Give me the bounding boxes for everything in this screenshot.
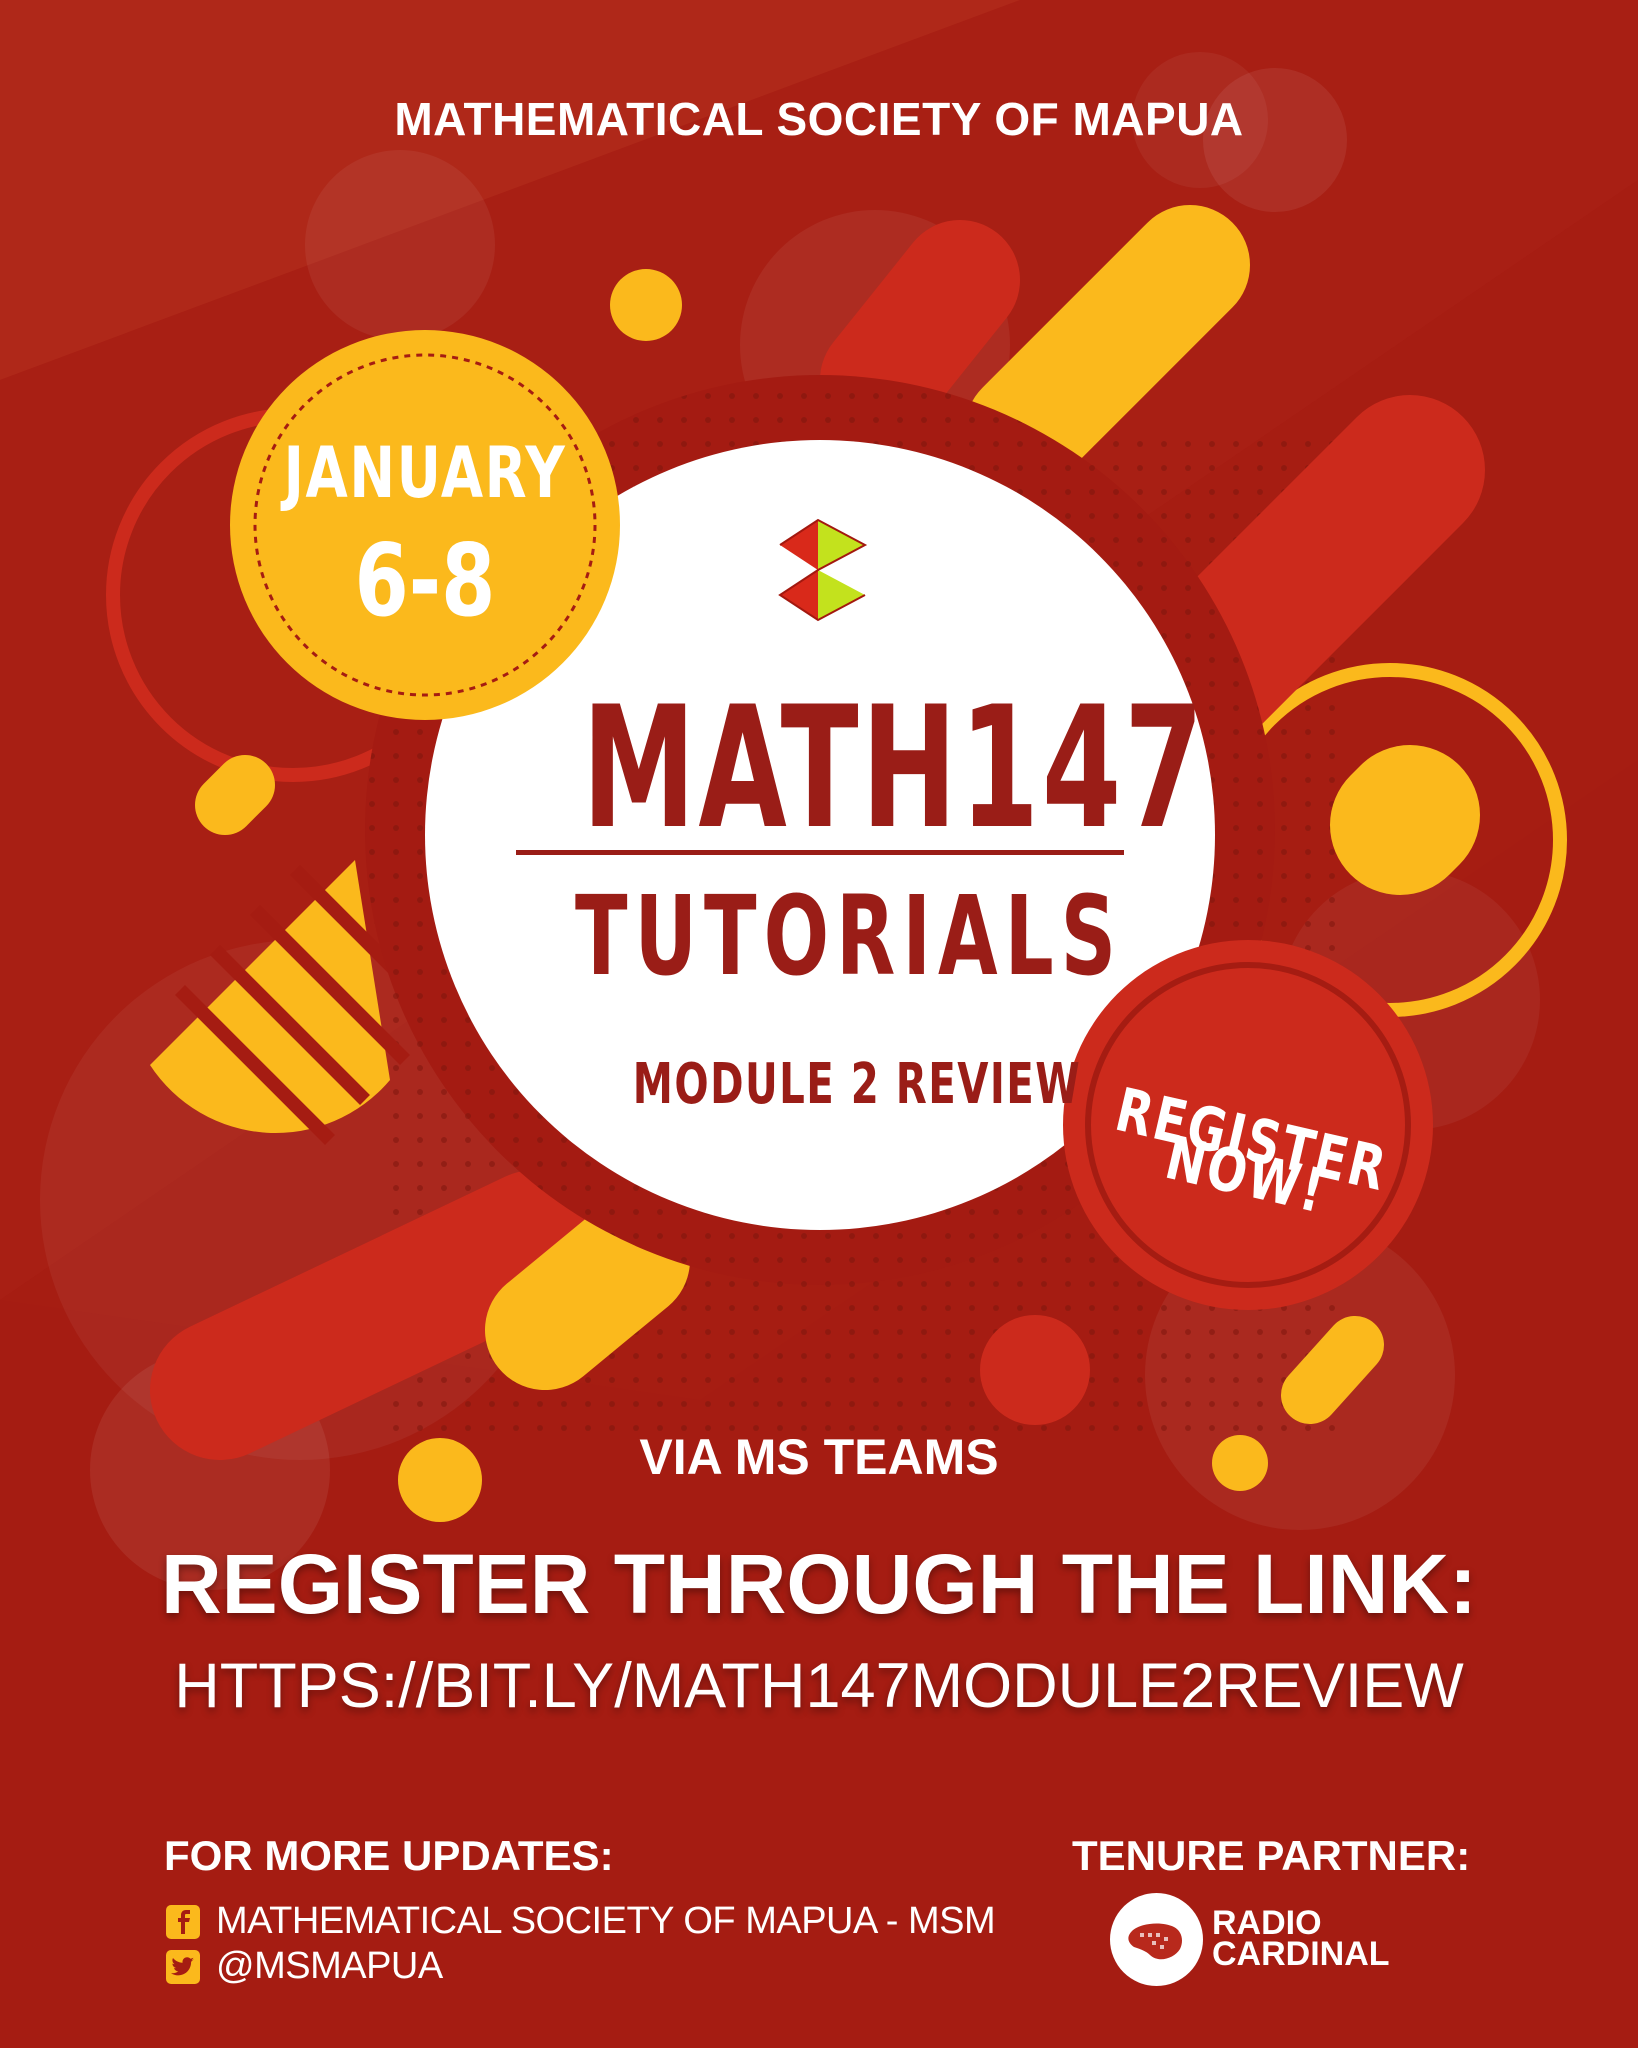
date-month: JANUARY — [283, 432, 567, 514]
facebook-icon — [166, 1904, 200, 1939]
twitter-label: @MSMAPUA — [216, 1945, 443, 1987]
twitter-link[interactable]: @MSMAPUA — [166, 1945, 443, 1988]
register-heading: REGISTER THROUGH THE LINK: — [161, 1537, 1477, 1631]
radio-cardinal-logo — [1110, 1893, 1203, 1986]
poster: MATHEMATICAL SOCIETY OF MAPUA JANUARY 6-… — [0, 0, 1638, 2048]
course-subtitle: TUTORIALS — [575, 872, 1124, 1000]
facebook-label: MATHEMATICAL SOCIETY OF MAPUA - MSM — [216, 1900, 996, 1942]
module-label: MODULE 2 REVIEW — [632, 1052, 1082, 1117]
date-days: 6-8 — [354, 522, 496, 639]
course-code: MATH147 — [582, 670, 1207, 866]
title-divider — [516, 850, 1124, 855]
organization-title: MATHEMATICAL SOCIETY OF MAPUA — [394, 93, 1244, 145]
updates-heading: FOR MORE UPDATES: — [164, 1832, 614, 1879]
partner-name-line2: CARDINAL — [1212, 1935, 1390, 1973]
background-art — [0, 0, 1638, 2048]
twitter-icon — [166, 1949, 200, 1984]
partner-heading: TENURE PARTNER: — [1072, 1832, 1471, 1879]
facebook-link[interactable]: MATHEMATICAL SOCIETY OF MAPUA - MSM — [166, 1900, 996, 1943]
registration-link[interactable]: HTTPS://BIT.LY/MATH147MODULE2REVIEW — [0, 1650, 1638, 1722]
platform-label: VIA MS TEAMS — [639, 1429, 999, 1485]
